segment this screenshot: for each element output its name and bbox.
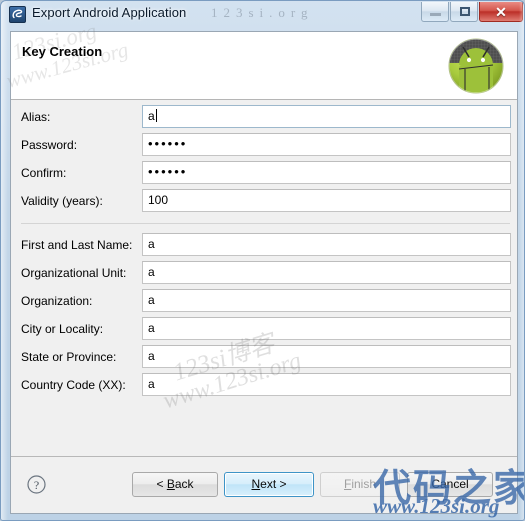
next-mnemonic: N [251,477,261,491]
form-row-city-or-locality: City or Locality: a [11,317,517,343]
state-or-province-input[interactable]: a [142,345,511,368]
window-controls: ✕ [420,2,523,22]
label-country-code: Country Code (XX): [21,378,126,392]
password-input[interactable]: •••••• [142,133,511,156]
validity-input[interactable]: 100 [142,189,511,212]
label-state-or-province: State or Province: [21,350,117,364]
form-group-separator [21,223,510,224]
key-creation-form: Alias: a Password: •••••• Confirm: •••••… [11,100,517,456]
label-organization: Organization: [21,294,93,308]
next-button[interactable]: Next > [224,472,314,497]
country-code-input[interactable]: a [142,373,511,396]
label-validity: Validity (years): [21,194,103,208]
back-button[interactable]: < Back [132,472,218,497]
form-row-first-last-name: First and Last Name: a [11,233,517,259]
watermark-faint-top: 123si.org [211,5,314,20]
dialog-client-area: Key Creation Alias: a Password: •••••• C… [10,31,518,514]
form-row-organization: Organization: a [11,289,517,315]
wizard-header: Key Creation [11,32,517,100]
form-row-organizational-unit: Organizational Unit: a [11,261,517,287]
organizational-unit-input[interactable]: a [142,261,511,284]
label-confirm: Confirm: [21,166,67,180]
text-caret [155,109,157,122]
city-or-locality-input[interactable]: a [142,317,511,340]
dialog-button-bar: ? < Back Next > Finish Cancel [11,456,517,513]
restore-icon[interactable] [450,2,478,22]
page-title: Key Creation [22,44,103,59]
label-organizational-unit: Organizational Unit: [21,266,127,280]
label-alias: Alias: [21,110,51,124]
form-row-password: Password: •••••• [11,133,517,159]
svg-text:?: ? [34,478,39,492]
back-mnemonic: B [166,477,175,491]
eclipse-icon [9,6,26,23]
label-city-or-locality: City or Locality: [21,322,104,336]
finish-button: Finish [320,472,400,497]
cancel-button[interactable]: Cancel [407,472,493,497]
form-row-country-code: Country Code (XX): a [11,373,517,399]
form-row-confirm: Confirm: •••••• [11,161,517,187]
android-robot-logo [445,35,507,97]
first-last-name-input[interactable]: a [142,233,511,256]
alias-value: a [148,109,155,123]
label-first-last-name: First and Last Name: [21,238,133,252]
help-icon[interactable]: ? [27,475,46,494]
close-icon[interactable]: ✕ [479,2,523,22]
alias-input[interactable]: a [142,105,511,128]
export-android-application-window: Export Android Application 123si.org ✕ K… [0,0,525,521]
form-row-state-or-province: State or Province: a [11,345,517,371]
form-row-validity: Validity (years): 100 [11,189,517,215]
minimize-icon[interactable] [421,2,449,22]
title-bar[interactable]: Export Android Application 123si.org ✕ [1,1,524,29]
window-title: Export Android Application [32,5,187,20]
finish-mnemonic: F [343,477,352,491]
organization-input[interactable]: a [142,289,511,312]
label-password: Password: [21,138,78,152]
confirm-input[interactable]: •••••• [142,161,511,184]
close-glyph: ✕ [495,4,507,20]
form-row-alias: Alias: a [11,105,517,131]
